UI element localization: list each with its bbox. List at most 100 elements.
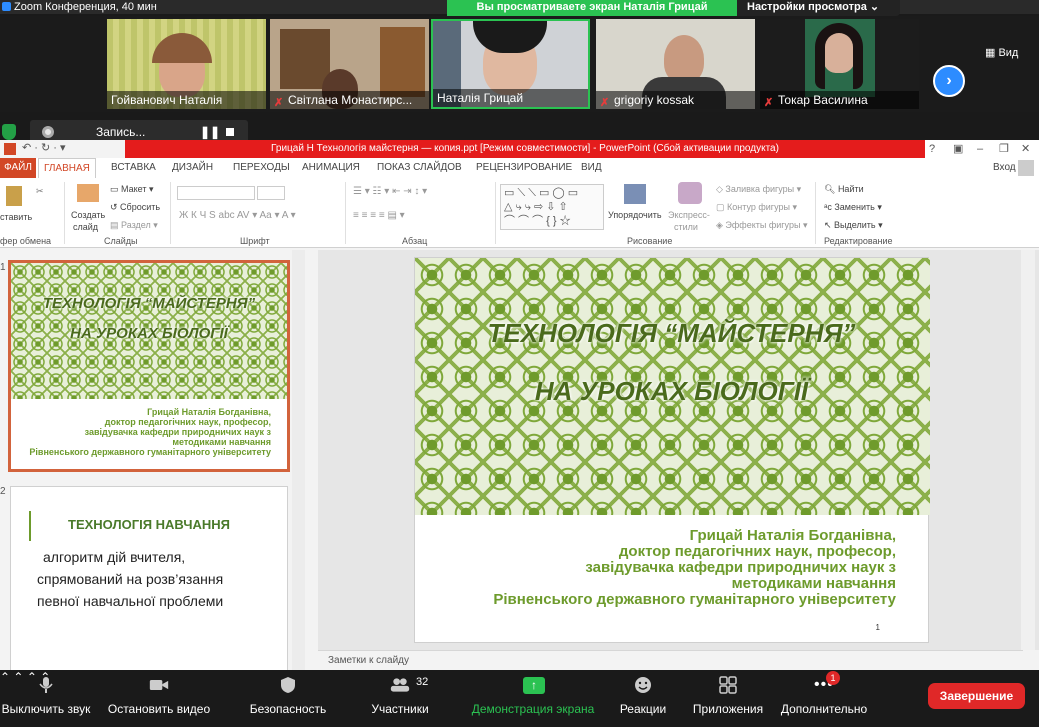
muted-mic-icon: ✗ xyxy=(600,97,610,109)
security-button[interactable]: Безопасность xyxy=(243,670,333,727)
new-slide-button[interactable]: Создать xyxy=(71,210,105,220)
participant-tile[interactable]: ✗ Токар Василина xyxy=(760,19,919,109)
paste-button[interactable]: ставить xyxy=(0,212,32,222)
slide2-line3: певної навчальної проблеми xyxy=(37,593,224,609)
font-group-label: Шрифт xyxy=(240,236,270,246)
ribbon: ставить ✂ фер обмена Создать слайд ▭ Мак… xyxy=(0,178,1039,248)
thumb-title-line1: ТЕХНОЛОГІЯ “МАЙСТЕРНЯ” xyxy=(42,295,256,312)
stop-video-button[interactable]: Остановить видео xyxy=(103,670,215,727)
shield-icon xyxy=(2,124,16,140)
participant-name: ✗ Світлана Монастирс... xyxy=(270,91,429,109)
apps-icon xyxy=(719,676,737,694)
slide-title-line2: НА УРОКАХ БІОЛОГІЇ xyxy=(534,376,809,406)
slide2-line2: спрямований на розв’язання xyxy=(37,571,224,587)
replace-button[interactable]: ᵃc Заменить ▾ xyxy=(824,202,882,213)
quick-styles-button[interactable]: Экспресс- xyxy=(668,210,710,220)
ppt-title-bar: Грицай Н Технологія майстерня — копия.pp… xyxy=(125,140,925,158)
participants-button[interactable]: 32 Участники xyxy=(360,670,440,727)
participant-name: Гойванович Наталія xyxy=(107,91,266,109)
participant-name: Наталія Грицай xyxy=(433,89,588,107)
share-banner: Вы просматриваете экран Наталія Грицай Н… xyxy=(447,0,900,16)
share-status-text: Вы просматриваете экран Наталія Грицай xyxy=(447,0,737,16)
shapes-gallery[interactable]: ▭ ⟍ ⟍ ▭ ◯ ▭ △ ⤷ ⤷ ⇨ ⇩ ⇧ ⌒ ⌒ ⌒ { } ☆ xyxy=(500,184,604,230)
undo-icon[interactable]: ↶ · ↻ · ▾ xyxy=(22,141,66,154)
participant-name: ✗ grigoriy kossak xyxy=(596,91,755,109)
thumb-scrollbar[interactable] xyxy=(292,250,305,670)
slides-group-label: Слайды xyxy=(104,236,138,246)
tab-animations[interactable]: АНИМАЦИЯ xyxy=(302,158,360,178)
tab-home[interactable]: ГЛАВНАЯ xyxy=(38,158,96,179)
thumb-title-line2: НА УРОКАХ БІОЛОГІЇ xyxy=(70,325,228,342)
shape-effects-button[interactable]: ◈ Эффекты фигуры ▾ xyxy=(716,220,807,231)
tab-insert[interactable]: ВСТАВКА xyxy=(111,158,156,178)
participant-tile-active[interactable]: Наталія Грицай xyxy=(431,19,590,109)
align-buttons[interactable]: ≡ ≡ ≡ ≡ ▤ ▾ xyxy=(353,210,405,221)
list-buttons[interactable]: ☰ ▾ ☷ ▾ ⇤ ⇥ ↕ ▾ xyxy=(353,186,427,197)
tab-file[interactable]: ФАЙЛ xyxy=(0,158,36,178)
notes-pane[interactable]: Заметки к слайду xyxy=(318,650,1023,670)
paste-icon[interactable] xyxy=(6,186,22,206)
end-meeting-button[interactable]: Завершение xyxy=(928,683,1025,709)
quick-styles-line2: стили xyxy=(674,222,698,232)
participant-tile[interactable]: ✗ grigoriy kossak xyxy=(596,19,755,109)
tab-view[interactable]: ВИД xyxy=(581,158,602,178)
author-degree: доктор педагогічних наук, професор, xyxy=(618,543,896,560)
record-icon xyxy=(42,126,54,138)
section-button[interactable]: ▤ Раздел ▾ xyxy=(110,220,158,231)
shape-fill-button[interactable]: ◇ Заливка фигуры ▾ xyxy=(716,184,801,195)
minimize-icon[interactable]: – xyxy=(977,140,983,158)
cut-icon[interactable]: ✂ xyxy=(36,186,44,197)
font-format-buttons[interactable]: Ж К Ч S abc AV ▾ Aa ▾ A ▾ xyxy=(179,210,296,221)
author-position: завідувачка кафедри природничих наук з xyxy=(585,559,896,576)
user-avatar-icon[interactable] xyxy=(1018,160,1034,176)
view-button[interactable]: ▦ Вид xyxy=(985,46,1018,59)
more-button[interactable]: ••• 1 Дополнительно xyxy=(776,670,872,727)
new-slide-icon[interactable] xyxy=(77,184,99,202)
mute-button[interactable]: Выключить звук xyxy=(0,670,92,727)
reset-button[interactable]: ↺ Сбросить xyxy=(110,202,160,213)
tab-slideshow[interactable]: ПОКАЗ СЛАЙДОВ xyxy=(377,158,462,178)
sign-in-link[interactable]: Вход xyxy=(993,158,1016,178)
tab-transitions[interactable]: ПЕРЕХОДЫ xyxy=(233,158,290,178)
layout-button[interactable]: ▭ Макет ▾ xyxy=(110,184,154,195)
share-screen-button[interactable]: ↑ Демонстрация экрана xyxy=(468,670,598,727)
participant-tile[interactable]: Гойванович Наталія xyxy=(107,19,266,109)
help-icon[interactable]: ? xyxy=(929,140,935,158)
slide-thumbnail-2[interactable]: ТЕХНОЛОГІЯ НАВЧАННЯ алгоритм дій вчителя… xyxy=(10,486,288,676)
zoom-logo-icon xyxy=(2,2,11,11)
arrange-button[interactable]: Упорядочить xyxy=(608,210,662,220)
tab-review[interactable]: РЕЦЕНЗИРОВАНИЕ xyxy=(476,158,572,178)
select-button[interactable]: ↖ Выделить ▾ xyxy=(824,220,883,231)
font-size-input[interactable] xyxy=(257,186,285,200)
restore-icon[interactable]: ❐ xyxy=(999,140,1009,158)
reactions-button[interactable]: Реакции xyxy=(610,670,676,727)
author-university: Рівненського державного гуманітарного ун… xyxy=(493,591,896,608)
vertical-scrollbar[interactable] xyxy=(1021,250,1035,650)
participant-tile[interactable]: ✗ Світлана Монастирс... xyxy=(270,19,429,109)
zoom-toolbar: Выключить звук ⌃ Остановить видео ⌃ Безо… xyxy=(0,670,1039,727)
stop-recording-button[interactable] xyxy=(226,128,234,136)
font-name-input[interactable] xyxy=(177,186,255,200)
close-icon[interactable]: ✕ xyxy=(1021,140,1030,158)
author-position2: методиками навчання xyxy=(731,575,896,592)
window-controls: ? ▣ – ❐ ✕ xyxy=(925,140,1039,158)
shape-outline-button[interactable]: ▢ Контур фигуры ▾ xyxy=(716,202,797,213)
notification-badge: 1 xyxy=(826,671,840,685)
find-button[interactable]: 🔍︎ Найти xyxy=(824,184,864,195)
tab-design[interactable]: ДИЗАЙН xyxy=(172,158,213,178)
slide-title-line1: ТЕХНОЛОГІЯ “МАЙСТЕРНЯ” xyxy=(487,318,856,348)
view-settings-button[interactable]: Настройки просмотра ⌄ xyxy=(747,0,879,15)
current-slide[interactable]: ТЕХНОЛОГІЯ “МАЙСТЕРНЯ” НА УРОКАХ БІОЛОГІ… xyxy=(414,257,930,643)
new-slide-button-line2: слайд xyxy=(73,222,99,232)
slide-author-block: Грицай Наталія Богданівна, доктор педаго… xyxy=(493,528,896,608)
ribbon-options-icon[interactable]: ▣ xyxy=(953,140,963,158)
apps-button[interactable]: Приложения xyxy=(690,670,766,727)
author-name: Грицай Наталія Богданівна, xyxy=(689,527,896,544)
quick-styles-icon[interactable] xyxy=(678,182,702,204)
arrange-icon[interactable] xyxy=(624,184,646,204)
participant-name: ✗ Токар Василина xyxy=(760,91,919,109)
next-page-arrow-icon[interactable]: › xyxy=(933,65,965,97)
save-icon[interactable] xyxy=(4,143,16,155)
editing-group-label: Редактирование xyxy=(824,236,893,246)
slide-thumbnail-1[interactable]: ТЕХНОЛОГІЯ “МАЙСТЕРНЯ” НА УРОКАХ БІОЛОГІ… xyxy=(8,260,290,472)
